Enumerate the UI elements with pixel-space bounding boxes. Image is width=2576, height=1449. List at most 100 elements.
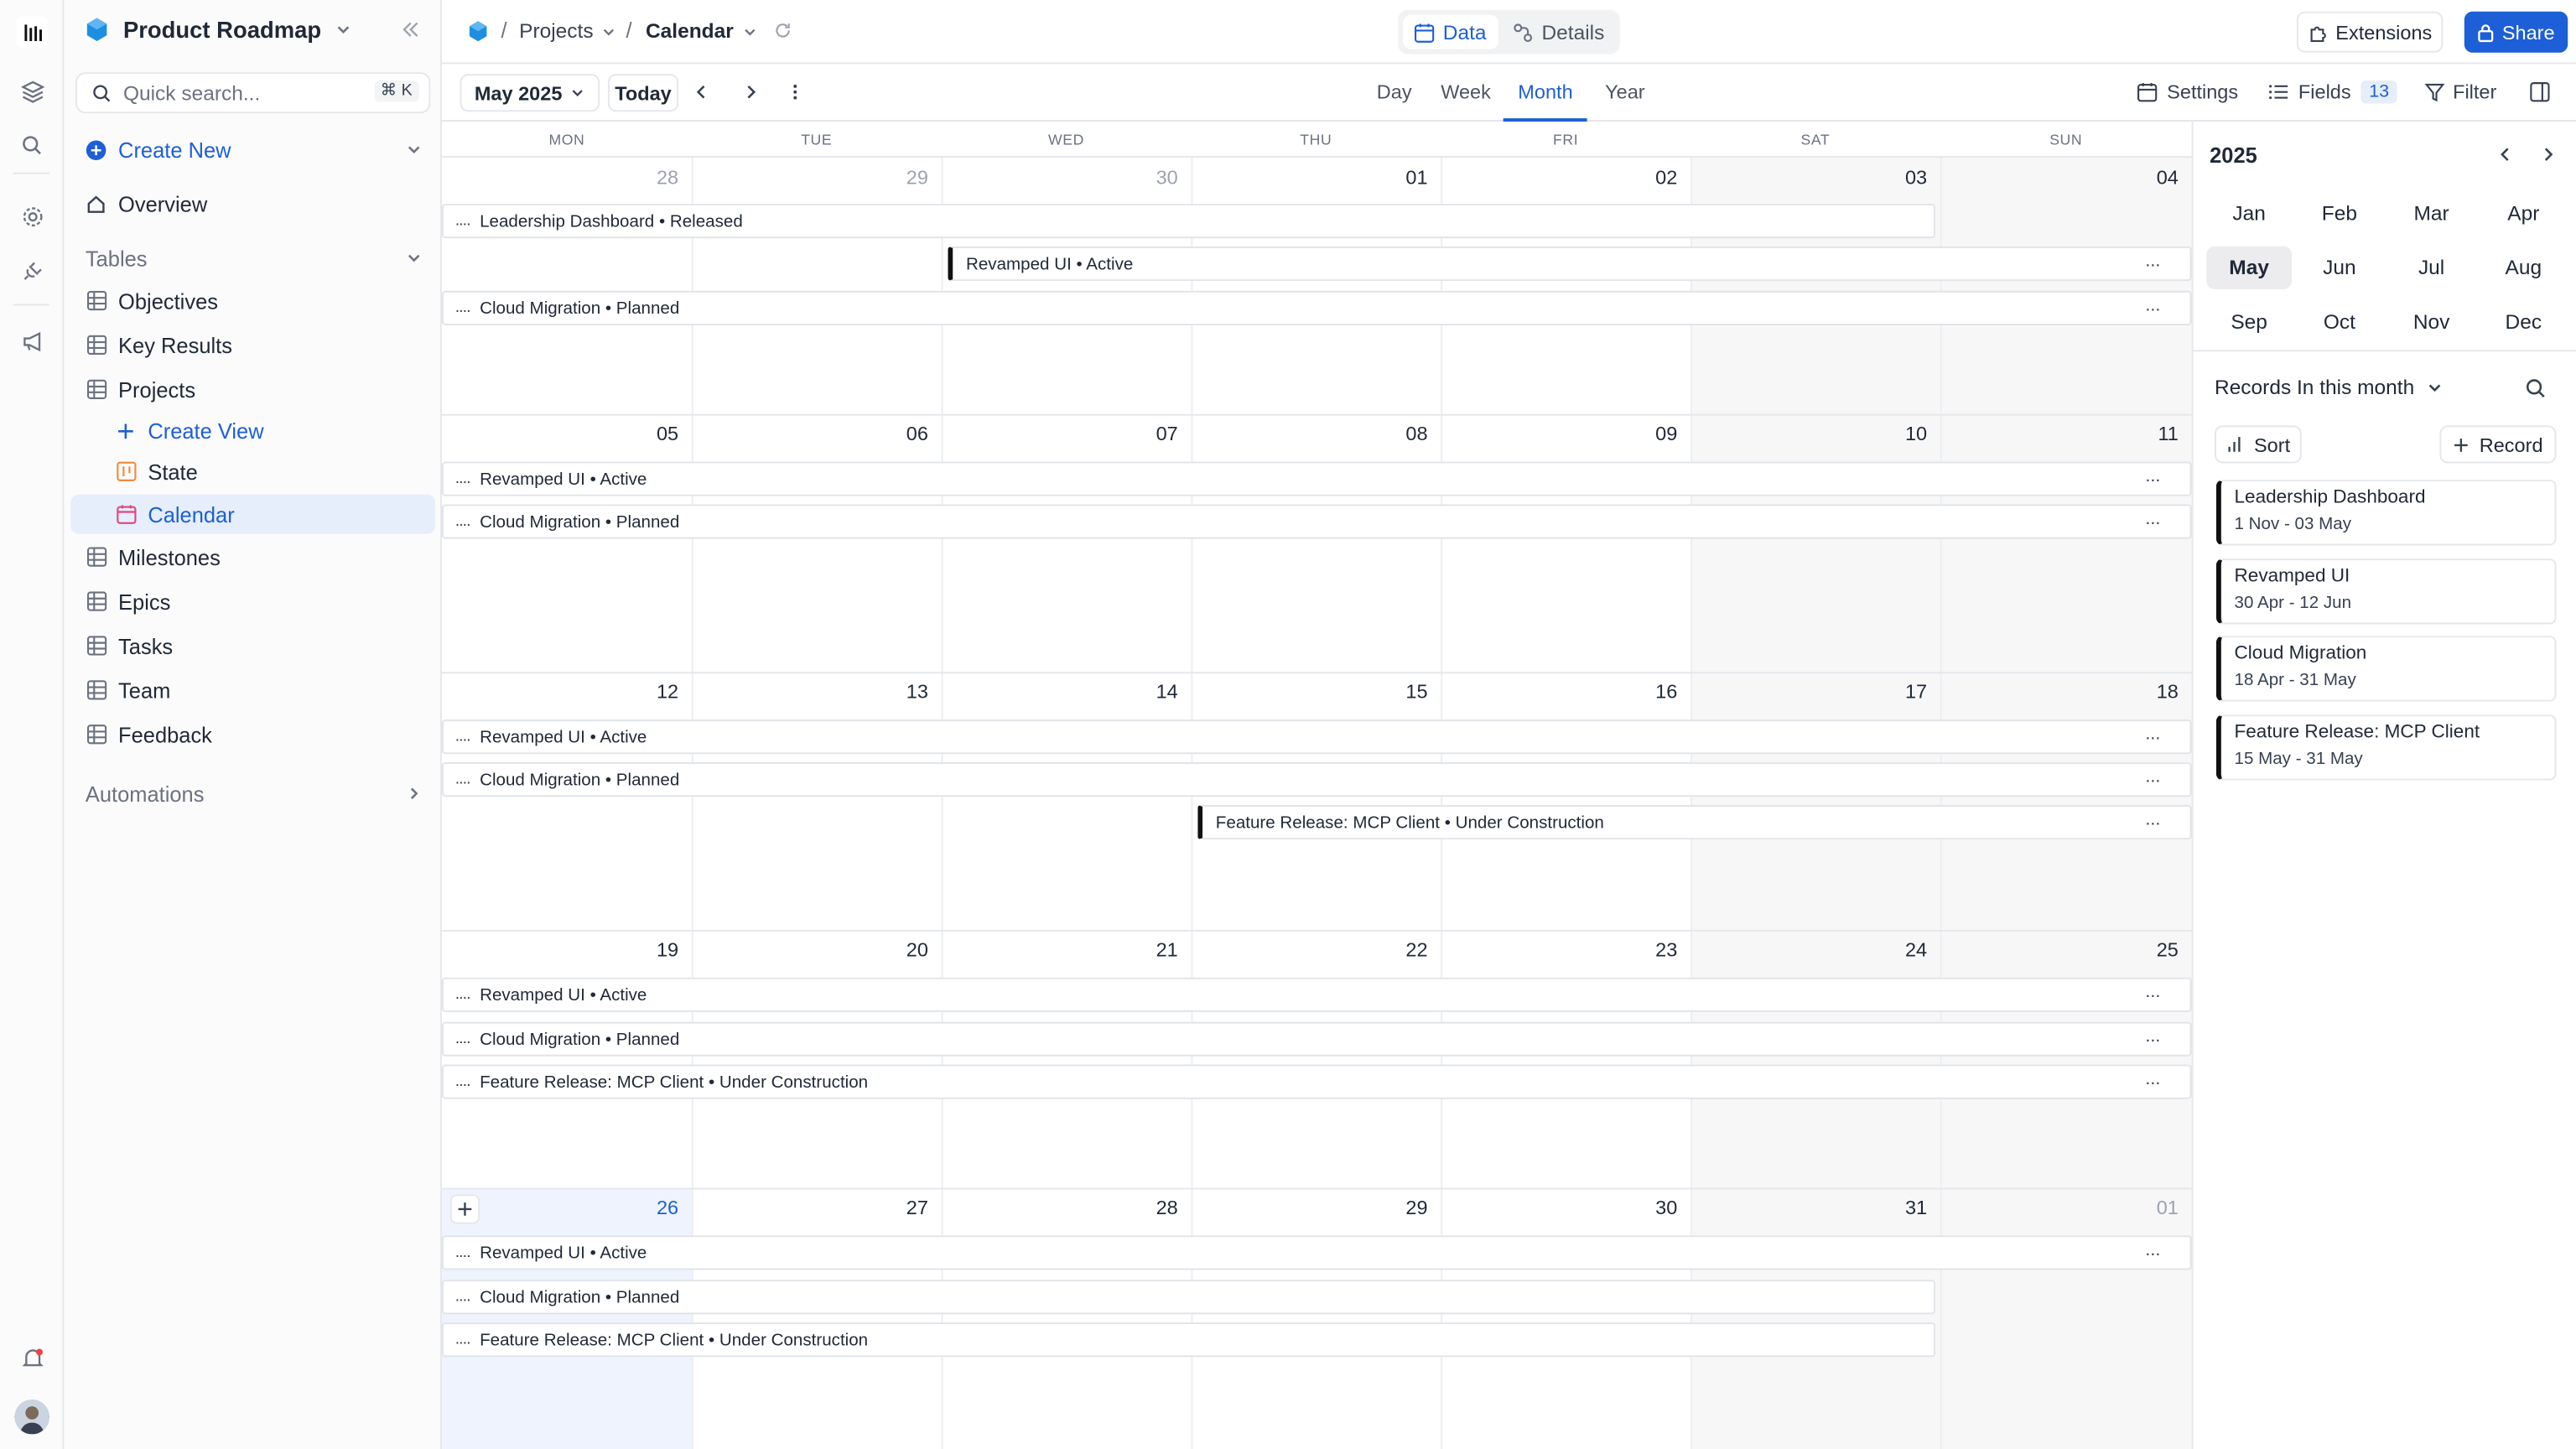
month-dec[interactable]: Dec	[2480, 301, 2566, 344]
data-tab[interactable]: Data	[1403, 14, 1498, 49]
day-number[interactable]: 17	[1862, 680, 1927, 703]
event-more-button[interactable]: ...	[2145, 724, 2160, 745]
day-number[interactable]: 30	[1112, 166, 1178, 189]
month-oct[interactable]: Oct	[2297, 301, 2382, 344]
sidebar-item-objectives[interactable]: Objectives	[70, 281, 435, 320]
day-number[interactable]: 28	[1112, 1196, 1178, 1218]
event-more-button[interactable]: ...	[2145, 466, 2160, 486]
month-may[interactable]: May	[2206, 246, 2293, 289]
mode-day[interactable]: Day	[1377, 80, 1412, 103]
day-number[interactable]: 31	[1862, 1196, 1927, 1218]
search-input[interactable]: Quick search... ⌘ K	[75, 72, 431, 114]
base-logo-icon[interactable]	[466, 20, 489, 43]
day-number[interactable]: 07	[1112, 423, 1178, 445]
month-aug[interactable]: Aug	[2480, 247, 2566, 289]
month-apr[interactable]: Apr	[2480, 192, 2566, 235]
day-number[interactable]: 01	[1362, 166, 1427, 189]
more-vertical-icon[interactable]	[785, 82, 805, 102]
workspace-logo-icon[interactable]	[16, 16, 48, 48]
breadcrumb-projects[interactable]: Projects	[519, 20, 616, 43]
record-card[interactable]: Revamped UI 30 Apr - 12 Jun	[2215, 558, 2557, 625]
event-more-button[interactable]: ...	[2145, 296, 2160, 316]
day-number[interactable]: 29	[1362, 1196, 1427, 1218]
record-card[interactable]: Feature Release: MCP Client 15 May - 31 M…	[2215, 714, 2557, 781]
day-number[interactable]: 10	[1862, 423, 1927, 445]
month-sep[interactable]: Sep	[2206, 301, 2292, 344]
day-number[interactable]: 22	[1362, 938, 1427, 961]
sidebar-item-tasks[interactable]: Tasks	[70, 626, 435, 665]
day-number[interactable]: 06	[863, 423, 928, 445]
sidebar-item-epics[interactable]: Epics	[70, 582, 435, 621]
day-number[interactable]: 15	[1362, 680, 1427, 703]
sidebar-item-projects[interactable]: Projects	[70, 370, 435, 409]
search-icon[interactable]	[2525, 378, 2546, 399]
previous-icon[interactable]	[692, 82, 712, 102]
day-number[interactable]: 29	[863, 166, 928, 189]
day-number[interactable]: 24	[1862, 938, 1927, 961]
event-cloud-migration[interactable]: .... Cloud Migration • Planned...	[442, 504, 2192, 539]
plug-icon[interactable]	[17, 255, 48, 286]
day-number[interactable]: 08	[1362, 423, 1427, 445]
month-jun[interactable]: Jun	[2297, 247, 2382, 289]
add-record-plus-icon[interactable]	[449, 1194, 480, 1224]
create-view-button[interactable]: Create View	[70, 411, 435, 450]
day-number[interactable]: 13	[863, 680, 928, 703]
event-revamped-ui[interactable]: .... Revamped UI • Active...	[442, 719, 2192, 755]
search-icon[interactable]	[17, 130, 48, 161]
record-card[interactable]: Cloud Migration 18 Apr - 31 May	[2215, 636, 2557, 702]
details-tab[interactable]: Details	[1507, 15, 1612, 49]
day-number[interactable]: 18	[2113, 680, 2179, 703]
create-new-button[interactable]: Create New	[70, 130, 435, 169]
event-leadership-dashboard[interactable]: .... Leadership Dashboard • Released	[442, 203, 1935, 239]
month-nov[interactable]: Nov	[2389, 301, 2475, 344]
event-more-button[interactable]: ...	[2145, 767, 2160, 787]
day-number[interactable]: 21	[1112, 938, 1178, 961]
sort-button[interactable]: Sort	[2215, 425, 2302, 464]
event-revamped-ui[interactable]: .... Revamped UI • Active...	[442, 977, 2192, 1012]
day-number[interactable]: 30	[1612, 1196, 1677, 1218]
share-button[interactable]: Share	[2464, 11, 2568, 53]
day-number[interactable]: 20	[863, 938, 928, 961]
sidebar-item-milestones[interactable]: Milestones	[70, 538, 435, 577]
event-more-button[interactable]: ...	[2145, 509, 2160, 529]
sidebar-item-state-view[interactable]: State	[70, 452, 435, 491]
breadcrumb-calendar[interactable]: Calendar	[646, 20, 756, 43]
tables-section-header[interactable]: Tables	[70, 238, 435, 278]
event-feature-release[interactable]: .... Feature Release: MCP Client • Under …	[442, 1322, 1935, 1358]
next-icon[interactable]	[741, 82, 761, 102]
extensions-button[interactable]: Extensions	[2296, 11, 2444, 53]
month-picker[interactable]: May 2025	[460, 74, 600, 112]
day-number[interactable]: 02	[1612, 166, 1677, 189]
event-more-button[interactable]: ...	[2145, 252, 2160, 272]
day-number[interactable]: 04	[2113, 166, 2179, 189]
month-feb[interactable]: Feb	[2297, 192, 2382, 235]
avatar[interactable]	[14, 1400, 49, 1435]
event-more-button[interactable]: ...	[2145, 1027, 2160, 1047]
day-number[interactable]: 16	[1612, 680, 1677, 703]
day-number[interactable]: 11	[2113, 423, 2178, 445]
month-jan[interactable]: Jan	[2206, 192, 2292, 235]
day-number[interactable]: 28	[613, 166, 678, 189]
month-mar[interactable]: Mar	[2389, 192, 2475, 235]
previous-year-icon[interactable]	[2496, 144, 2516, 164]
day-number[interactable]: 27	[863, 1196, 928, 1218]
fields-button[interactable]: Fields 13	[2269, 80, 2397, 104]
event-cloud-migration[interactable]: .... Cloud Migration • Planned	[442, 1280, 1935, 1315]
mode-week[interactable]: Week	[1441, 80, 1491, 103]
bell-icon[interactable]	[17, 1343, 48, 1374]
today-button[interactable]: Today	[607, 74, 679, 112]
day-number[interactable]: 23	[1612, 938, 1677, 961]
automations-section[interactable]: Automations	[70, 774, 435, 813]
gear-icon[interactable]	[17, 200, 48, 231]
day-number[interactable]: 05	[613, 423, 678, 445]
layers-icon[interactable]	[17, 75, 48, 106]
day-number[interactable]: 03	[1862, 166, 1927, 189]
add-record-button[interactable]: Record	[2439, 425, 2557, 464]
day-number-today[interactable]: 26	[613, 1196, 678, 1218]
record-card[interactable]: Leadership Dashboard 1 Nov - 03 May	[2215, 480, 2557, 546]
day-number[interactable]: 25	[2113, 938, 2179, 961]
month-jul[interactable]: Jul	[2389, 247, 2475, 289]
event-cloud-migration[interactable]: .... Cloud Migration • Planned...	[442, 1021, 2192, 1057]
sidebar-item-team[interactable]: Team	[70, 670, 435, 709]
day-number[interactable]: 12	[613, 680, 678, 703]
